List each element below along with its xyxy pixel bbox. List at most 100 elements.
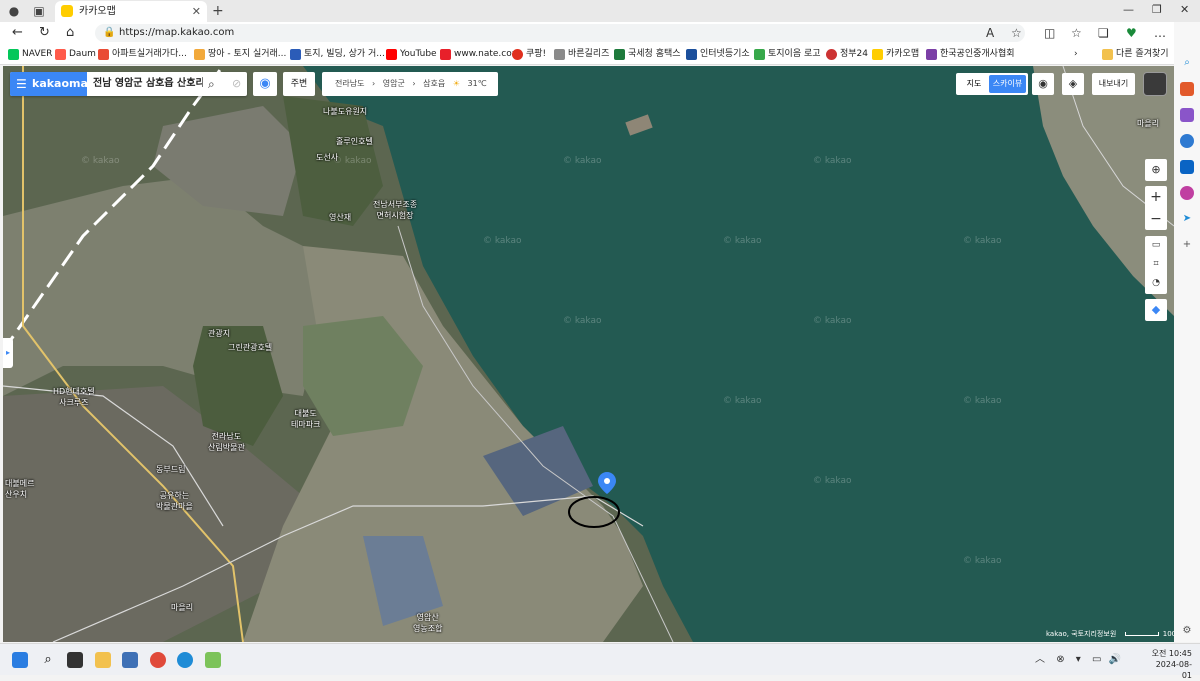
profile-icon[interactable]: ●	[7, 4, 21, 18]
place-label[interactable]: 마을리	[1137, 118, 1159, 129]
roadview-icon[interactable]: ◉	[1032, 73, 1054, 95]
bookmark-land-price[interactable]: 땅아 - 토지 실거래...	[194, 48, 286, 61]
bookmark-bareun[interactable]: 바른길리즈	[554, 48, 609, 61]
place-label[interactable]: 동부드림	[156, 464, 185, 475]
place-label[interactable]: 공유하는 박물관마을	[156, 490, 193, 512]
designer-icon[interactable]	[1180, 186, 1194, 200]
add-sidebar-icon[interactable]: +	[1180, 238, 1194, 252]
tray-device-icon[interactable]: ▾	[1076, 654, 1081, 665]
close-tab-icon[interactable]: ✕	[192, 1, 201, 22]
kakaomap-logo[interactable]: ☰ kakaomap	[10, 72, 96, 96]
hamburger-menu-icon[interactable]: ☰	[16, 72, 27, 96]
place-label[interactable]: 전남서부조종 면허시험장	[373, 199, 417, 221]
refresh-icon[interactable]: ↻	[39, 25, 50, 40]
zoom-in-icon[interactable]: +	[1145, 186, 1167, 208]
bookmark-building[interactable]: 토지, 빌딩, 상가 거...	[290, 48, 385, 61]
tray-overflow-icon[interactable]: ︿	[1035, 654, 1045, 665]
kakaonavi-icon[interactable]: ◆	[1145, 299, 1167, 321]
send-icon[interactable]: ➤	[1180, 212, 1194, 226]
map-type-skyview[interactable]: 스카이뷰	[989, 75, 1026, 93]
place-label[interactable]: 영산재	[329, 212, 351, 223]
bookmark-kakaomap[interactable]: 카카오맵	[872, 48, 919, 61]
split-screen-icon[interactable]: ◫	[1044, 26, 1055, 40]
bookmark-gov24[interactable]: 정부24	[826, 48, 868, 61]
more-menu-icon[interactable]: …	[1154, 26, 1166, 40]
search-taskbar-icon[interactable]: ⌕	[40, 652, 56, 668]
place-label[interactable]: 마을리	[171, 602, 193, 613]
home-icon[interactable]: ⌂	[66, 25, 74, 40]
map-type-map[interactable]: 지도	[959, 75, 989, 93]
bookmark-youtube[interactable]: YouTube	[386, 48, 437, 61]
place-label[interactable]: 대불도 테마파크	[291, 408, 320, 430]
layers-icon[interactable]: ◈	[1062, 73, 1084, 95]
ruler-icon[interactable]: ▭	[1145, 236, 1167, 255]
place-label[interactable]: 영암산 영농조합	[413, 612, 442, 634]
new-tab-icon[interactable]: +	[212, 3, 224, 19]
nearby-button[interactable]: 주변	[283, 72, 315, 96]
search-sidebar-icon[interactable]: ⌕	[1180, 56, 1194, 70]
radius-icon[interactable]: ◔	[1145, 274, 1167, 293]
place-label[interactable]: HD현대호텔 사크루즈	[53, 386, 95, 408]
breadcrumb-county[interactable]: 영암군	[383, 79, 405, 88]
task-view-icon[interactable]	[67, 652, 83, 668]
place-label[interactable]: 전라남도 산림박물관	[208, 431, 245, 453]
bookmarks-overflow-icon[interactable]: ›	[1074, 48, 1078, 61]
location-pin-icon[interactable]	[598, 472, 616, 494]
edge-icon[interactable]	[177, 652, 193, 668]
map-canvas[interactable]: © kakao © kakao © kakao © kakao © kakao …	[3, 66, 1174, 642]
close-window-icon[interactable]: ✕	[1180, 3, 1189, 16]
place-label[interactable]: 그린관광호텔	[228, 342, 272, 353]
clear-search-icon[interactable]: ⊘	[232, 77, 241, 90]
bookmark-apt-price[interactable]: 아파트실거래가다...	[98, 48, 187, 61]
bookmark-daum[interactable]: Daum	[55, 48, 96, 61]
games-icon[interactable]	[1180, 108, 1194, 122]
bookmark-eum[interactable]: 토지이음 로고	[754, 48, 821, 61]
read-aloud-icon[interactable]: A	[986, 26, 994, 40]
breadcrumb-town[interactable]: 삼호읍	[423, 79, 445, 88]
search-icon[interactable]: ⌕	[208, 77, 215, 92]
outlook-icon[interactable]	[1180, 160, 1194, 174]
bookmark-kar[interactable]: 한국공인중개사협회	[926, 48, 1015, 61]
file-explorer-icon[interactable]	[95, 652, 111, 668]
url-field[interactable]: 🔒 https://map.kakao.com	[95, 24, 1025, 42]
place-label[interactable]: 도선사	[316, 152, 338, 163]
settings-taskbar-icon[interactable]	[122, 652, 138, 668]
place-label[interactable]: 홀루인호텔	[336, 136, 373, 147]
export-button[interactable]: 내보내기	[1092, 73, 1135, 95]
restore-icon[interactable]: ❐	[1152, 3, 1162, 16]
bookmark-nate[interactable]: www.nate.com	[440, 48, 521, 61]
m365-icon[interactable]	[1180, 134, 1194, 148]
favorite-star-icon[interactable]: ☆	[1011, 26, 1022, 40]
back-icon[interactable]: ←	[12, 25, 23, 40]
bookmark-naver[interactable]: NAVER	[8, 48, 52, 61]
bookmark-coupang[interactable]: 쿠팡!	[512, 48, 546, 61]
clock[interactable]: 오전 10:45 2024-08-01	[1150, 648, 1192, 681]
bookmark-hometax[interactable]: 국세청 홈택스	[614, 48, 681, 61]
browser-essentials-icon[interactable]: ♥	[1126, 26, 1137, 40]
workspaces-icon[interactable]: ▣	[32, 4, 46, 18]
browser-tab[interactable]: 카카오맵 ✕	[55, 1, 207, 22]
search-input[interactable]: 전남 영암군 삼호읍 산호리	[93, 72, 203, 96]
tools-icon[interactable]	[1180, 82, 1194, 96]
app-icon[interactable]	[205, 652, 221, 668]
place-label[interactable]: 대불메르 산우치	[5, 478, 34, 500]
volume-icon[interactable]: 🔊	[1109, 654, 1121, 665]
start-icon[interactable]	[12, 652, 28, 668]
network-icon[interactable]: ▭	[1092, 654, 1101, 665]
zoom-out-icon[interactable]: −	[1145, 208, 1167, 230]
place-label[interactable]: 나불도유원지	[323, 106, 367, 117]
area-icon[interactable]: ⌗	[1145, 255, 1167, 274]
breadcrumb-province[interactable]: 전라남도	[335, 79, 364, 88]
collections-icon[interactable]: ❏	[1098, 26, 1109, 40]
my-places-button[interactable]: ◉	[253, 72, 277, 96]
chrome-icon[interactable]	[150, 652, 166, 668]
expand-panel-icon[interactable]: ▸	[3, 338, 13, 368]
favorites-icon[interactable]: ☆	[1071, 26, 1082, 40]
tray-app-icon[interactable]: ⊗	[1056, 654, 1064, 665]
sidebar-settings-icon[interactable]: ⚙	[1180, 624, 1194, 638]
minimap-thumbnail[interactable]	[1143, 72, 1167, 96]
current-location-icon[interactable]: ⊕	[1145, 159, 1167, 181]
place-label[interactable]: 관광지	[208, 328, 230, 339]
bookmark-registry[interactable]: 인터넷등기소	[686, 48, 750, 61]
bookmark-other-folder[interactable]: 다른 즐겨찾기	[1102, 48, 1169, 61]
